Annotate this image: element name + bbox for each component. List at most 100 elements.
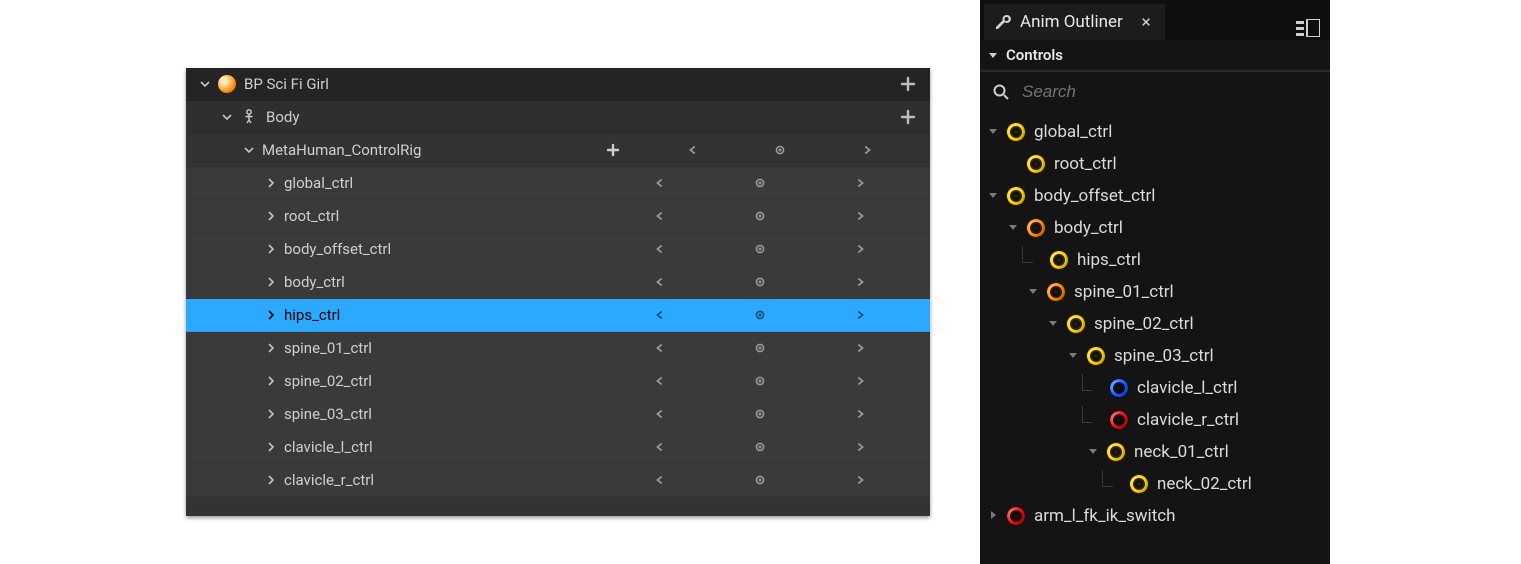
add-key-icon[interactable] xyxy=(753,308,767,322)
control-tree-item[interactable]: arm_l_fk_ik_switch xyxy=(980,500,1330,532)
control-disc-icon xyxy=(1063,311,1088,336)
next-key-icon[interactable] xyxy=(853,440,867,454)
next-key-icon[interactable] xyxy=(860,143,874,157)
triangle-down-icon[interactable] xyxy=(988,126,1000,138)
chevron-right-icon[interactable] xyxy=(264,242,278,256)
control-tree-item[interactable]: clavicle_l_ctrl xyxy=(980,372,1330,404)
next-key-icon[interactable] xyxy=(853,275,867,289)
prev-key-icon[interactable] xyxy=(686,143,700,157)
next-key-icon[interactable] xyxy=(853,341,867,355)
prev-key-icon[interactable] xyxy=(653,440,667,454)
controls-section-header[interactable]: Controls xyxy=(980,40,1330,72)
triangle-right-icon[interactable] xyxy=(988,510,1000,522)
add-key-icon[interactable] xyxy=(753,176,767,190)
add-key-icon[interactable] xyxy=(753,275,767,289)
tree-connector xyxy=(1022,246,1033,263)
track-label: root_ctrl xyxy=(284,207,610,225)
next-key-icon[interactable] xyxy=(853,242,867,256)
sequencer-body-row[interactable]: Body xyxy=(186,101,930,134)
add-key-icon[interactable] xyxy=(753,407,767,421)
add-key-icon[interactable] xyxy=(753,374,767,388)
add-track-button[interactable] xyxy=(900,109,916,125)
chevron-right-icon[interactable] xyxy=(264,473,278,487)
sequencer-track-row[interactable]: global_ctrl xyxy=(186,167,930,200)
add-key-icon[interactable] xyxy=(753,473,767,487)
track-label: body_offset_ctrl xyxy=(284,240,610,258)
chevron-right-icon[interactable] xyxy=(264,440,278,454)
add-key-icon[interactable] xyxy=(773,143,787,157)
chevron-right-icon[interactable] xyxy=(264,275,278,289)
add-key-icon[interactable] xyxy=(753,209,767,223)
chevron-right-icon[interactable] xyxy=(264,176,278,190)
next-key-icon[interactable] xyxy=(853,209,867,223)
prev-key-icon[interactable] xyxy=(653,374,667,388)
sequencer-track-row[interactable]: body_ctrl xyxy=(186,266,930,299)
plus-icon[interactable] xyxy=(606,143,620,157)
triangle-down-icon[interactable] xyxy=(1068,350,1080,362)
chevron-right-icon[interactable] xyxy=(264,341,278,355)
sequencer-track-row[interactable]: body_offset_ctrl xyxy=(186,233,930,266)
prev-key-icon[interactable] xyxy=(653,209,667,223)
prev-key-icon[interactable] xyxy=(653,176,667,190)
add-track-button[interactable] xyxy=(900,76,916,92)
control-tree-item[interactable]: global_ctrl xyxy=(980,116,1330,148)
chevron-right-icon[interactable] xyxy=(264,407,278,421)
next-key-icon[interactable] xyxy=(853,407,867,421)
prev-key-icon[interactable] xyxy=(653,242,667,256)
sequencer-controlrig-row[interactable]: MetaHuman_ControlRig xyxy=(186,134,930,167)
chevron-right-icon[interactable] xyxy=(264,209,278,223)
close-icon[interactable] xyxy=(1141,17,1151,27)
tree-connector xyxy=(1102,470,1113,487)
control-disc-icon xyxy=(1103,439,1128,464)
sequencer-track-row[interactable]: spine_01_ctrl xyxy=(186,332,930,365)
triangle-down-icon[interactable] xyxy=(988,190,1000,202)
triangle-down-icon[interactable] xyxy=(1088,446,1100,458)
sequencer-track-row[interactable]: clavicle_r_ctrl xyxy=(186,464,930,497)
control-tree-item[interactable]: body_ctrl xyxy=(980,212,1330,244)
tree-connector xyxy=(1082,406,1093,423)
control-tree-item[interactable]: spine_03_ctrl xyxy=(980,340,1330,372)
next-key-icon[interactable] xyxy=(853,374,867,388)
control-disc-icon xyxy=(1106,375,1131,400)
panel-menu-icon[interactable] xyxy=(1294,16,1322,40)
triangle-down-icon[interactable] xyxy=(1028,286,1040,298)
sequencer-track-row[interactable]: hips_ctrl xyxy=(186,299,930,332)
chevron-down-icon[interactable] xyxy=(198,77,212,91)
prev-key-icon[interactable] xyxy=(653,341,667,355)
control-tree-item[interactable]: neck_01_ctrl xyxy=(980,436,1330,468)
sequencer-actor-row[interactable]: BP Sci Fi Girl xyxy=(186,68,930,101)
control-tree-item[interactable]: root_ctrl xyxy=(980,148,1330,180)
search-input[interactable] xyxy=(1020,81,1318,103)
prev-key-icon[interactable] xyxy=(653,308,667,322)
chevron-down-icon[interactable] xyxy=(220,110,234,124)
control-tree-item[interactable]: clavicle_r_ctrl xyxy=(980,404,1330,436)
control-label: root_ctrl xyxy=(1054,154,1117,174)
control-tree-item[interactable]: spine_01_ctrl xyxy=(980,276,1330,308)
control-tree-item[interactable]: hips_ctrl xyxy=(980,244,1330,276)
control-tree-item[interactable]: neck_02_ctrl xyxy=(980,468,1330,500)
prev-key-icon[interactable] xyxy=(653,275,667,289)
sequencer-track-row[interactable]: clavicle_l_ctrl xyxy=(186,431,930,464)
anim-outliner-tab[interactable]: Anim Outliner xyxy=(984,4,1165,40)
actor-orb-icon xyxy=(218,75,236,93)
control-tree-item[interactable]: spine_02_ctrl xyxy=(980,308,1330,340)
next-key-icon[interactable] xyxy=(853,308,867,322)
prev-key-icon[interactable] xyxy=(653,407,667,421)
next-key-icon[interactable] xyxy=(853,176,867,190)
add-key-icon[interactable] xyxy=(753,242,767,256)
next-key-icon[interactable] xyxy=(853,473,867,487)
sequencer-track-row[interactable]: root_ctrl xyxy=(186,200,930,233)
chevron-down-icon[interactable] xyxy=(242,143,256,157)
chevron-right-icon[interactable] xyxy=(264,374,278,388)
sequencer-track-row[interactable]: spine_02_ctrl xyxy=(186,365,930,398)
chevron-right-icon[interactable] xyxy=(264,308,278,322)
control-disc-icon xyxy=(1043,279,1068,304)
triangle-down-icon[interactable] xyxy=(1048,318,1060,330)
prev-key-icon[interactable] xyxy=(653,473,667,487)
control-tree-item[interactable]: body_offset_ctrl xyxy=(980,180,1330,212)
section-title: Controls xyxy=(1006,46,1063,64)
triangle-down-icon[interactable] xyxy=(1008,222,1020,234)
add-key-icon[interactable] xyxy=(753,341,767,355)
sequencer-track-row[interactable]: spine_03_ctrl xyxy=(186,398,930,431)
add-key-icon[interactable] xyxy=(753,440,767,454)
